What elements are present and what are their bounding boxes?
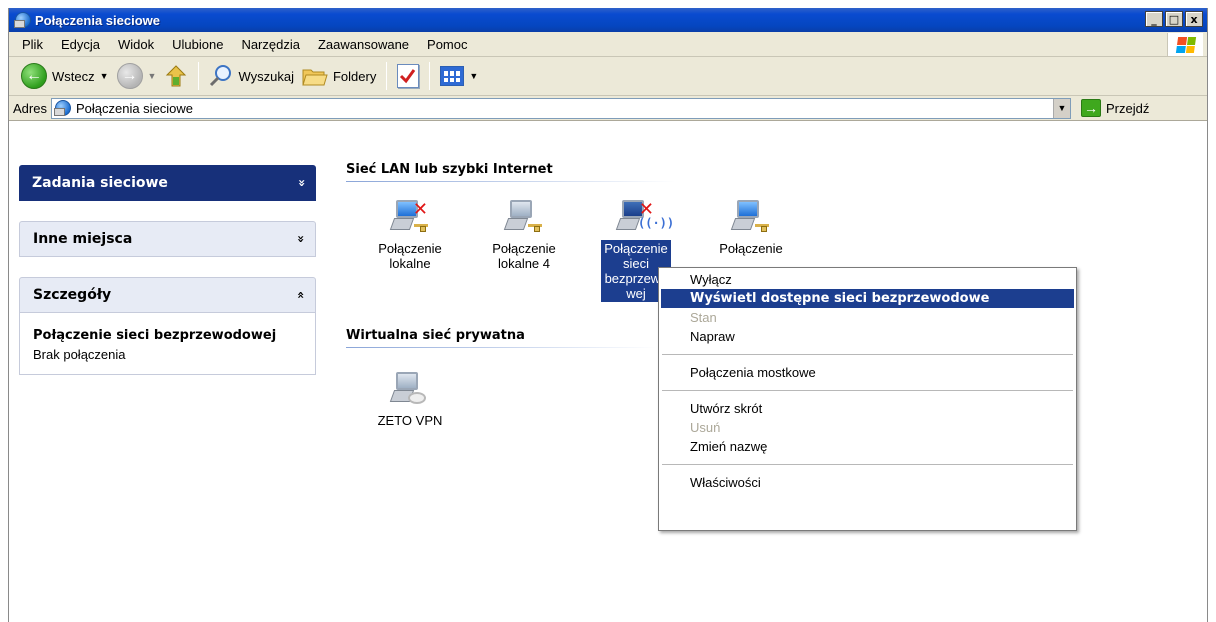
network-tasks-title: Zadania sieciowe (32, 175, 168, 191)
toolbar: ← Wstecz ▼ → ▼ Wyszukaj Foldery ▼ (9, 57, 1207, 96)
toolbar-separator (429, 62, 431, 90)
toolbar-separator (198, 62, 200, 90)
group-vpn-divider (346, 347, 656, 348)
back-label: Wstecz (52, 68, 95, 84)
menu-item-disable[interactable]: Wyłącz (661, 270, 1074, 289)
group-lan-title: Sieć LAN lub szybki Internet (346, 162, 553, 177)
details-body: Połączenie sieci bezprzewodowej Brak poł… (19, 313, 316, 375)
menu-favorites[interactable]: Ulubione (163, 37, 232, 52)
minimize-button[interactable]: _ (1145, 11, 1163, 27)
other-places-title: Inne miejsca (33, 231, 133, 247)
details-header[interactable]: Szczegóły « (19, 277, 316, 313)
up-button[interactable] (160, 60, 192, 92)
go-arrow-icon: → (1080, 99, 1101, 117)
menu-item-properties[interactable]: Właściwości (661, 473, 1074, 492)
expand-chevron-icon[interactable]: » (294, 235, 308, 243)
menu-item-bridge-connections[interactable]: Połączenia mostkowe (661, 363, 1074, 382)
up-folder-icon (166, 65, 187, 87)
search-label: Wyszukaj (238, 68, 294, 84)
menu-item-view-wireless-networks[interactable]: Wyświetl dostępne sieci bezprzewodowe (661, 289, 1074, 308)
menu-advanced[interactable]: Zaawansowane (309, 37, 418, 52)
group-vpn-title: Wirtualna sieć prywatna (346, 328, 525, 343)
connection-label: ZETO VPN (377, 413, 443, 428)
go-button[interactable]: → Przejdź (1080, 99, 1150, 117)
back-arrow-icon: ← (21, 63, 47, 89)
network-connections-icon (53, 100, 71, 116)
connection-label: Połączenie (719, 241, 783, 256)
checklist-button[interactable] (393, 60, 423, 92)
title-bar[interactable]: Połączenia sieciowe _ □ x (9, 8, 1207, 32)
menu-item-status: Stan (690, 310, 717, 325)
checkmark-icon (397, 64, 420, 88)
search-button[interactable]: Wyszukaj (205, 60, 298, 92)
search-icon (210, 65, 232, 87)
folders-button[interactable]: Foldery (298, 60, 380, 92)
context-menu: Wyłącz Wyświetl dostępne sieci bezprzewo… (658, 267, 1077, 531)
toolbar-separator (386, 62, 388, 90)
views-dropdown-icon[interactable]: ▼ (469, 71, 478, 81)
menu-tools[interactable]: Narzędzia (232, 37, 309, 52)
forward-button[interactable]: → ▼ (113, 60, 161, 92)
connection-item-other[interactable]: Połączenie (705, 196, 797, 257)
connection-item-lan4[interactable]: Połączenie lokalne 4 (478, 196, 570, 272)
collapse-chevron-icon[interactable]: « (294, 291, 308, 299)
connection-item-vpn[interactable]: ZETO VPN (364, 368, 456, 429)
menu-file[interactable]: Plik (13, 37, 52, 52)
disconnected-icon: ✕ (412, 199, 428, 220)
maximize-button[interactable]: □ (1165, 11, 1183, 27)
folders-label: Foldery (332, 68, 377, 84)
back-button[interactable]: ← Wstecz ▼ (17, 60, 113, 92)
forward-arrow-icon: → (116, 63, 143, 89)
task-pane: Zadania sieciowe » Inne miejsca » Szczeg… (19, 165, 316, 375)
network-connections-icon (14, 12, 31, 28)
menu-separator (662, 390, 1073, 391)
menu-view[interactable]: Widok (109, 37, 163, 52)
windows-logo-icon (1167, 33, 1203, 56)
network-tasks-header[interactable]: Zadania sieciowe » (19, 165, 316, 201)
menu-separator (662, 464, 1073, 465)
address-dropdown-icon[interactable]: ▼ (1052, 98, 1070, 118)
menu-help[interactable]: Pomoc (418, 37, 476, 52)
expand-chevron-icon[interactable]: » (295, 179, 309, 187)
menu-separator (662, 354, 1073, 355)
group-lan-divider (346, 181, 676, 182)
forward-dropdown-icon[interactable]: ▼ (148, 71, 157, 81)
close-button[interactable]: x (1185, 11, 1203, 27)
disconnected-icon: ✕ (638, 199, 654, 220)
menu-item-rename[interactable]: Zmień nazwę (661, 437, 1074, 456)
address-value: Połączenia sieciowe (75, 100, 194, 116)
lan-connection-icon (730, 196, 771, 236)
wireless-connection-icon: ((·)) ✕ (615, 196, 674, 236)
views-button[interactable]: ▼ (436, 60, 482, 92)
address-input[interactable]: Połączenia sieciowe ▼ (50, 97, 1071, 119)
menu-bar: Plik Edycja Widok Ulubione Narzędzia Zaa… (9, 32, 1207, 57)
go-label: Przejdź (1105, 100, 1150, 116)
connection-label: Połączenie lokalne (378, 241, 442, 271)
other-places-header[interactable]: Inne miejsca » (19, 221, 316, 257)
views-icon (440, 66, 465, 86)
connection-item-lan1[interactable]: ✕ Połączenie lokalne (364, 196, 456, 272)
menu-item-create-shortcut[interactable]: Utwórz skrót (661, 399, 1074, 418)
detail-connection-name: Połączenie sieci bezprzewodowej (33, 328, 277, 343)
lan-connection-icon: ✕ (389, 196, 430, 236)
address-label: Adres (13, 100, 47, 116)
detail-connection-status: Brak połączenia (33, 347, 126, 362)
menu-item-delete: Usuń (690, 420, 721, 435)
connection-label: Połączenie lokalne 4 (492, 241, 556, 271)
back-dropdown-icon[interactable]: ▼ (100, 71, 109, 81)
address-bar: Adres Połączenia sieciowe ▼ → Przejdź (9, 96, 1207, 121)
details-title: Szczegóły (33, 287, 112, 303)
window-title: Połączenia sieciowe (35, 12, 161, 28)
lan-connection-icon (503, 196, 544, 236)
menu-edit[interactable]: Edycja (52, 37, 109, 52)
menu-item-repair[interactable]: Napraw (661, 327, 1074, 346)
folders-icon (302, 69, 328, 86)
vpn-connection-icon (389, 368, 430, 408)
